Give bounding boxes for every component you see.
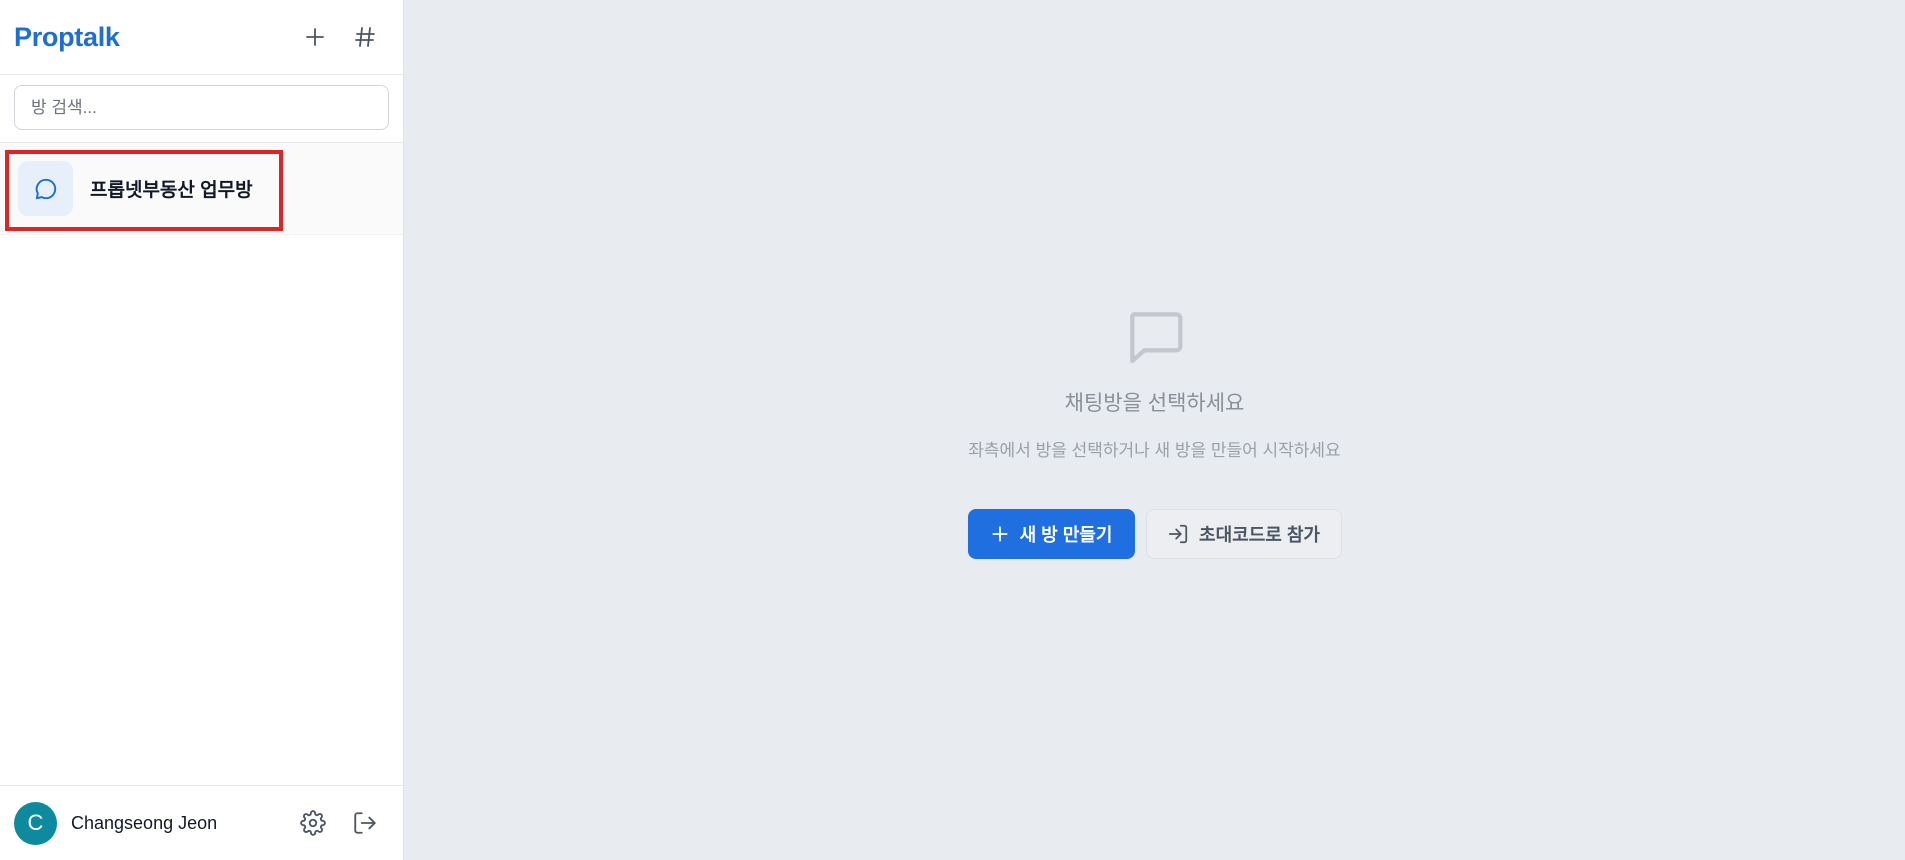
room-search-input[interactable]: [14, 85, 389, 130]
hash-icon: [355, 27, 375, 47]
join-by-invite-label: 초대코드로 참가: [1199, 525, 1320, 545]
logout-icon: [354, 812, 376, 834]
main-panel: 채팅방을 선택하세요 좌측에서 방을 선택하거나 새 방을 만들어 시작하세요 …: [404, 0, 1905, 860]
create-room-button[interactable]: 새 방 만들기: [967, 509, 1135, 559]
empty-state-title: 채팅방을 선택하세요: [1064, 392, 1245, 415]
settings-button[interactable]: [289, 799, 337, 847]
login-icon: [1167, 523, 1189, 545]
add-room-button[interactable]: [291, 13, 339, 61]
brand-logo: Proptalk: [14, 21, 120, 52]
join-channel-button[interactable]: [341, 13, 389, 61]
chat-bubble-icon: [35, 178, 56, 199]
app-root: Proptalk 방 검색... 프롭넷부동산 업무방 C Changseong…: [0, 0, 1905, 860]
create-room-label: 새 방 만들기: [1019, 525, 1113, 545]
sidebar-footer: C Changseong Jeon: [0, 785, 403, 860]
join-by-invite-button[interactable]: 초대코드로 참가: [1145, 509, 1342, 559]
empty-state: 채팅방을 선택하세요 좌측에서 방을 선택하거나 새 방을 만들어 시작하세요 …: [404, 305, 1905, 559]
empty-state-actions: 새 방 만들기 초대코드로 참가: [967, 509, 1342, 559]
gear-icon: [300, 810, 326, 836]
room-list: 프롭넷부동산 업무방: [0, 143, 403, 785]
logout-button[interactable]: [341, 799, 389, 847]
sidebar: Proptalk 방 검색... 프롭넷부동산 업무방 C Changseong…: [0, 0, 404, 860]
chat-placeholder-icon: [1129, 312, 1182, 364]
room-list-item[interactable]: 프롭넷부동산 업무방: [0, 143, 403, 235]
search-container: [0, 75, 403, 143]
user-avatar[interactable]: C: [14, 801, 57, 845]
user-name: Changseong Jeon: [71, 812, 218, 833]
room-name: 프롭넷부동산 업무방: [90, 180, 253, 201]
sidebar-header: Proptalk: [0, 0, 403, 75]
plus-icon: [990, 524, 1010, 544]
room-avatar: [18, 161, 73, 216]
plus-icon: [306, 28, 324, 46]
empty-state-subtitle: 좌측에서 방을 선택하거나 새 방을 만들어 시작하세요: [968, 441, 1341, 460]
